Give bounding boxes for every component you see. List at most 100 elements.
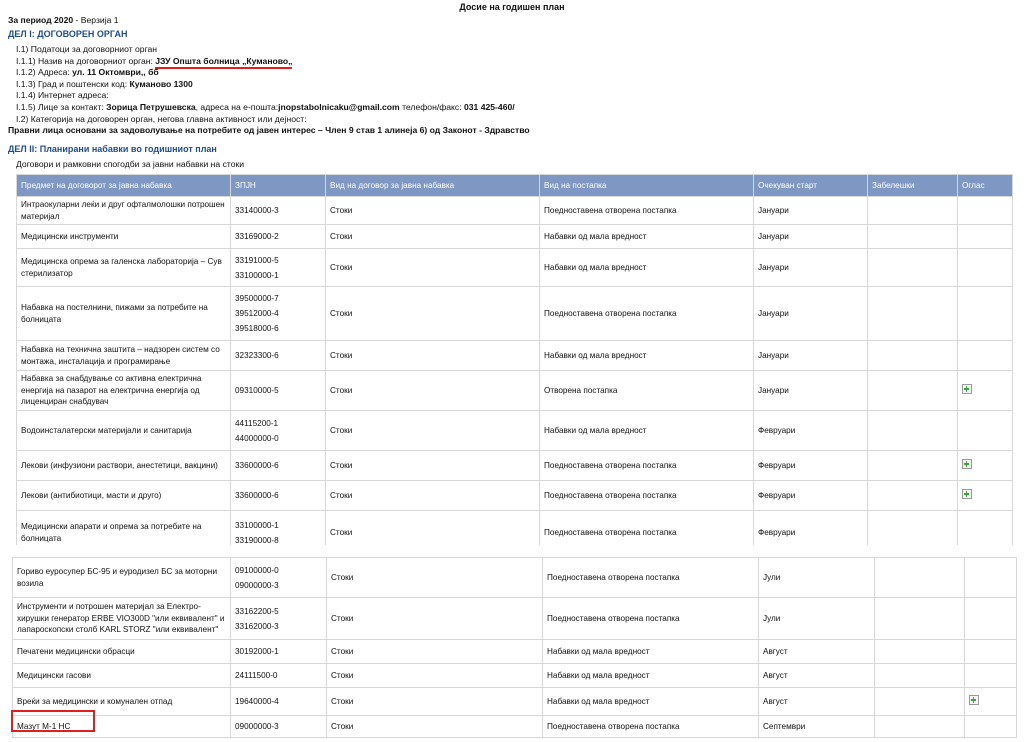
cell-start: Јануари (753, 286, 868, 341)
email-label: , адреса на е-пошта: (195, 101, 279, 112)
cell-subject: Набавка на технична заштита – надзорен с… (16, 340, 231, 371)
cell-procedure: Набавки од мала вредност (542, 639, 759, 664)
cell-subject: Инструменти и потрошен материјал за Елек… (12, 597, 231, 640)
cpv-code: 33169000-2 (235, 232, 279, 241)
header-notes: Забелешки (867, 174, 958, 197)
table-row: Набавка на технична заштита – надзорен с… (16, 340, 1013, 371)
cell-contract-type: Стоки (326, 687, 543, 716)
cell-subject: Лекови (инфузиони раствори, анестетици, … (16, 450, 231, 481)
cpv-code: 33100000-1 (235, 270, 279, 280)
cell-cpv-codes: 09000000-3 (230, 715, 327, 738)
table-row: Гориво еуросупер БС-95 и еуродизел БС за… (12, 557, 1017, 598)
cell-contract-type: Стоки (325, 196, 540, 225)
cpv-code: 09000000-3 (235, 580, 279, 590)
contact-line: I.1.5) Лице за контакт: Зорица Петрушевс… (16, 102, 530, 114)
ad-document-icon[interactable] (962, 458, 972, 469)
cell-contract-type: Стоки (326, 557, 543, 598)
cpv-code: 33162000-3 (235, 621, 279, 631)
cell-ad (957, 340, 1013, 371)
document-title: Досие на годишен план (459, 2, 565, 12)
procurement-table-continued: Гориво еуросупер БС-95 и еуродизел БС за… (12, 557, 1017, 738)
table-row: Интраокуларни леќи и друг офталмолошки п… (16, 196, 1013, 225)
cell-cpv-codes: 33191000-5 33100000-1 (230, 248, 326, 287)
cell-start: Јули (758, 557, 875, 598)
cell-contract-type: Стоки (325, 480, 540, 511)
cpv-code: 09000000-3 (235, 722, 279, 731)
cell-contract-type: Стоки (326, 663, 543, 688)
cell-start: Јануари (753, 196, 868, 225)
cell-procedure: Набавки од мала вредност (539, 410, 754, 451)
cpv-code: 33600000-6 (235, 491, 279, 500)
cell-notes (874, 557, 965, 598)
cell-procedure: Поедноставена отворена постапка (539, 196, 754, 225)
version-text: - Верзија 1 (75, 15, 119, 25)
address-value: ул. 11 Октомври,, бб (72, 67, 159, 78)
table-row: Лекови (антибиотици, масти и друго) 33600… (16, 480, 1013, 511)
contact-email: jnopstabolnicaku@gmail.com (278, 101, 400, 112)
cell-contract-type: Стоки (325, 410, 540, 451)
ad-document-icon[interactable] (969, 694, 979, 705)
cell-subject: Печатени медицински обрасци (12, 639, 231, 664)
table-row: Набавка на постелнини, пижами за потреби… (16, 286, 1013, 341)
cell-procedure: Набавки од мала вредност (542, 687, 759, 716)
cell-cpv-codes: 24111500-0 (230, 663, 327, 688)
cell-procedure: Набавки од мала вредност (539, 340, 754, 371)
cell-start: Јануари (753, 224, 868, 249)
cell-notes (867, 196, 958, 225)
cell-subject: Интраокуларни леќи и друг офталмолошки п… (16, 196, 231, 225)
cell-ad (964, 687, 1017, 716)
category-value: Правни лица основани за задоволување на … (8, 125, 530, 136)
ad-document-icon[interactable] (962, 488, 972, 499)
authority-name-line: I.1.1) Назив на договорниот орган: ЈЗУ О… (16, 55, 530, 69)
cell-start: Јануари (753, 340, 868, 371)
ad-document-icon[interactable] (962, 383, 972, 394)
cpv-code: 24111500-0 (235, 671, 278, 680)
cell-contract-type: Стоки (326, 715, 543, 738)
cell-start: Февруари (753, 410, 868, 451)
cell-contract-type: Стоки (325, 340, 540, 371)
cpv-code: 33140000-3 (235, 206, 279, 215)
table-body: Гориво еуросупер БС-95 и еуродизел БС за… (12, 557, 1017, 738)
part2-title: ДЕЛ II: Планирани набавки во годишниот п… (8, 144, 217, 154)
cell-ad (964, 663, 1017, 688)
cpv-code: 39518000-6 (235, 324, 279, 333)
cell-notes (874, 639, 965, 664)
cell-ad (964, 639, 1017, 664)
part1-title: ДЕЛ I: ДОГОВОРЕН ОРГАН (8, 29, 128, 39)
cell-notes (867, 410, 958, 451)
table-row: Медицинска опрема за галенска лаборатори… (16, 248, 1013, 287)
internet-address-line: I.1.4) Интернет адреса: (16, 90, 109, 101)
address-label: I.1.2) Адреса: (16, 67, 73, 78)
table-row: Мазут М-1 НС 09000000-3 Стоки Поедноставена… (12, 715, 1017, 738)
cpv-code: 09100000-0 (235, 565, 279, 575)
period-label: За период 2020 (8, 15, 74, 25)
cell-cpv-codes: 33600000-6 (230, 450, 326, 481)
cell-subject: Гориво еуросупер БС-95 и еуродизел БС за… (12, 557, 231, 598)
phone-label: телефон/факс: (399, 101, 464, 112)
cell-subject: Набавка на постелнини, пижами за потреби… (16, 286, 231, 341)
address-line: I.1.2) Адреса: ул. 11 Октомври,, бб (16, 67, 530, 79)
cell-notes (867, 224, 958, 249)
cell-procedure: Поедноставена отворена постапка (542, 715, 759, 738)
header-subject: Предмет на договорот за јавна набавка (16, 174, 231, 197)
cpv-code: 44000000-0 (235, 433, 279, 443)
cell-procedure: Набавки од мала вредност (539, 224, 754, 249)
cell-procedure: Поедноставена отворена постапка (539, 450, 754, 481)
cell-ad (957, 224, 1013, 249)
cell-cpv-codes: 44115200-1 44000000-0 (230, 410, 326, 451)
cpv-code: 09310000-5 (235, 386, 279, 395)
authority-details: I.1) Податоци за договорниот орган I.1.1… (8, 44, 530, 137)
cell-start: Август (758, 639, 875, 664)
header-start: Очекуван старт (753, 174, 868, 197)
cell-start: Февруари (753, 450, 868, 481)
cell-ad (957, 248, 1013, 287)
table-row: Печатени медицински обрасци 30192000-1 Сто… (12, 639, 1017, 664)
cell-ad (957, 410, 1013, 451)
period-line: За период 2020 - Верзија 1 (8, 15, 119, 25)
header-cpv: ЗПЈН (230, 174, 326, 197)
table-row: Набавка за снабдување со активна електри… (16, 370, 1013, 411)
cell-start: Септември (758, 715, 875, 738)
cpv-code: 33600000-6 (235, 461, 279, 470)
cell-procedure: Поедноставена отворена постапка (542, 597, 759, 640)
cell-procedure: Набавки од мала вредност (542, 663, 759, 688)
